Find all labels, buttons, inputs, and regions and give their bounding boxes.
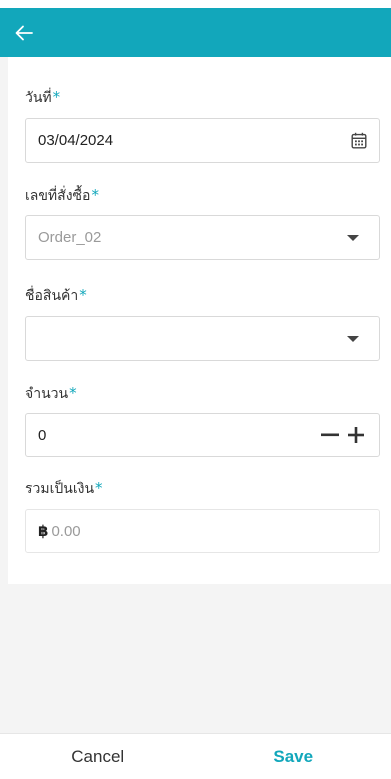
back-button[interactable] bbox=[0, 8, 48, 57]
decrement-button[interactable] bbox=[319, 424, 341, 446]
baht-symbol: ฿ bbox=[38, 522, 49, 540]
chevron-down-icon bbox=[347, 234, 359, 241]
chevron-down-icon bbox=[347, 335, 359, 342]
product-name-select[interactable] bbox=[25, 316, 380, 361]
app-bar bbox=[0, 8, 391, 57]
status-bar-area bbox=[0, 0, 391, 8]
product-name-label: ชื่อสินค้า* bbox=[25, 286, 87, 304]
form-card: วันที่* 03/04/2024 เลขที่สั่งซื้อ* Order… bbox=[8, 57, 391, 584]
quantity-stepper[interactable]: 0 bbox=[25, 413, 380, 457]
quantity-value[interactable]: 0 bbox=[38, 427, 319, 444]
cancel-button[interactable]: Cancel bbox=[0, 734, 196, 779]
calendar-icon[interactable] bbox=[351, 132, 367, 149]
date-value: 03/04/2024 bbox=[38, 132, 114, 149]
order-number-label: เลขที่สั่งซื้อ* bbox=[25, 186, 99, 204]
order-number-value: Order_02 bbox=[38, 229, 102, 246]
date-label: วันที่* bbox=[25, 88, 61, 106]
order-number-select[interactable]: Order_02 bbox=[25, 215, 380, 260]
arrow-left-icon bbox=[15, 25, 33, 40]
date-field[interactable]: 03/04/2024 bbox=[25, 118, 380, 163]
quantity-label: จำนวน* bbox=[25, 384, 77, 402]
minus-icon bbox=[321, 433, 339, 437]
total-amount-value: 0.00 bbox=[51, 522, 81, 540]
total-amount-field: ฿ 0.00 bbox=[25, 509, 380, 553]
total-amount-label: รวมเป็นเงิน* bbox=[25, 479, 103, 497]
increment-button[interactable] bbox=[345, 424, 367, 446]
plus-icon bbox=[348, 427, 364, 443]
save-button[interactable]: Save bbox=[196, 734, 391, 779]
footer-actions: Cancel Save bbox=[0, 733, 391, 779]
